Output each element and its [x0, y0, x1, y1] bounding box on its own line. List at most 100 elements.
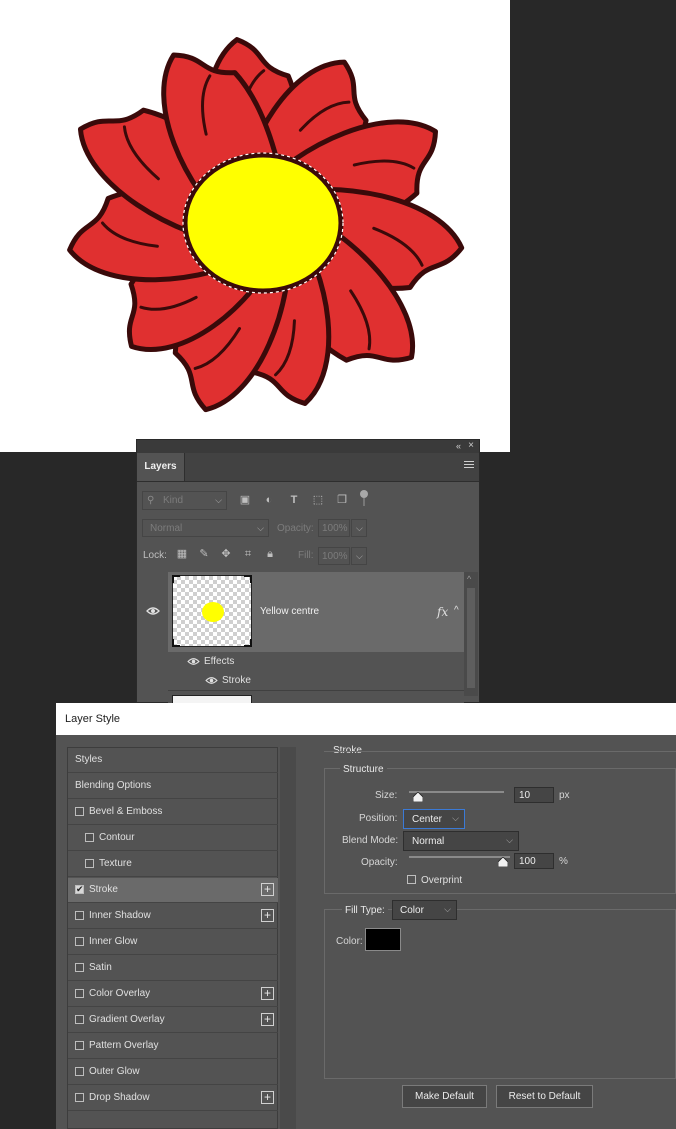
size-value: 10 — [519, 790, 531, 801]
add-effect-icon[interactable]: + — [261, 883, 274, 896]
add-effect-icon[interactable]: + — [261, 1091, 274, 1104]
fill-type-label: Fill Type: — [342, 905, 388, 916]
style-checkbox[interactable] — [75, 884, 84, 895]
filter-toggle-stem — [363, 498, 365, 506]
layer-row-yellow-centre[interactable]: Yellow centre fx ^ — [168, 572, 464, 652]
style-item-blending-options[interactable]: Blending Options — [68, 774, 278, 799]
layer-name[interactable]: Yellow centre — [260, 606, 319, 617]
opacity-slider-toggle[interactable]: ⌵ — [351, 519, 367, 537]
style-checkbox[interactable] — [75, 1015, 84, 1024]
lock-all-icon[interactable]: 🔒︎ — [263, 547, 277, 561]
size-slider-knob[interactable] — [413, 792, 423, 802]
position-value: Center — [412, 814, 443, 825]
fill-label: Fill: — [298, 550, 314, 561]
panel-menu-icon[interactable] — [464, 461, 474, 471]
style-checkbox[interactable] — [75, 937, 84, 946]
style-item-satin[interactable]: Satin — [68, 956, 278, 981]
style-checkbox[interactable] — [75, 1093, 84, 1102]
opacity-input[interactable]: 100% — [318, 519, 350, 537]
style-item-inner-glow[interactable]: Inner Glow — [68, 930, 278, 955]
style-item-outer-glow[interactable]: Outer Glow — [68, 1060, 278, 1085]
tab-layers[interactable]: Layers — [137, 453, 185, 481]
opacity-slider-track[interactable] — [409, 856, 510, 858]
style-item-inner-shadow[interactable]: Inner Shadow + — [68, 904, 278, 929]
stroke-color-swatch[interactable] — [365, 928, 401, 951]
add-effect-icon[interactable]: + — [261, 987, 274, 1000]
lock-position-icon[interactable]: ✥ — [219, 547, 233, 561]
adjustment-filter-icon[interactable]: ◐ — [262, 493, 276, 507]
fill-slider-toggle[interactable]: ⌵ — [351, 547, 367, 565]
chevron-down-icon: ⌵ — [356, 523, 363, 533]
style-item-pattern-overlay[interactable]: Pattern Overlay — [68, 1034, 278, 1059]
document-canvas[interactable] — [0, 0, 510, 452]
panel-topbar[interactable]: « × — [137, 440, 479, 453]
lock-transparency-icon[interactable]: ▦ — [175, 547, 189, 561]
styles-scrollbar[interactable] — [280, 747, 296, 1129]
effects-visibility-eye-icon[interactable] — [187, 657, 200, 666]
dialog-titlebar[interactable]: Layer Style — [56, 703, 676, 735]
visibility-eye-icon[interactable] — [146, 606, 160, 616]
pixel-filter-icon[interactable]: ▣ — [238, 493, 252, 507]
add-effect-icon[interactable]: + — [261, 909, 274, 922]
chevron-down-icon: ⌵ — [257, 523, 264, 533]
style-checkbox[interactable] — [75, 1041, 84, 1050]
layer-style-dialog: Layer Style Styles Blending Options Bevel … — [56, 703, 676, 1129]
style-checkbox[interactable] — [75, 1067, 84, 1076]
styles-list: Styles Blending Options Bevel & Emboss Cont… — [67, 747, 278, 1129]
opacity-slider-knob[interactable] — [498, 857, 508, 867]
opacity-label: Opacity: — [277, 523, 314, 534]
close-panel-icon[interactable]: × — [468, 440, 474, 451]
lock-pixels-icon[interactable]: ✎ — [197, 547, 211, 561]
smart-object-filter-icon[interactable]: ❐ — [335, 493, 349, 507]
lock-artboard-icon[interactable]: ⌗ — [241, 547, 255, 561]
style-item-contour[interactable]: Contour — [68, 826, 278, 851]
stroke-effect-label: Stroke — [222, 675, 251, 686]
collapse-panel-icon[interactable]: « — [456, 441, 461, 451]
position-select[interactable]: Center ⌵ — [403, 809, 465, 829]
style-item-label: Drop Shadow — [89, 1092, 150, 1103]
effects-row[interactable]: Effects — [168, 652, 464, 672]
scrollbar-thumb[interactable] — [467, 588, 475, 688]
style-checkbox[interactable] — [75, 807, 84, 816]
style-checkbox[interactable] — [85, 859, 94, 868]
style-item-stroke[interactable]: Stroke + — [68, 878, 278, 903]
fill-input[interactable]: 100% — [318, 547, 350, 565]
style-item-color-overlay[interactable]: Color Overlay + — [68, 982, 278, 1007]
style-item-bevel-emboss[interactable]: Bevel & Emboss — [68, 800, 278, 825]
style-item-gradient-overlay[interactable]: Gradient Overlay + — [68, 1008, 278, 1033]
fill-type-select[interactable]: Color ⌵ — [392, 900, 457, 920]
reset-to-default-button[interactable]: Reset to Default — [496, 1085, 593, 1108]
style-item-label: Blending Options — [75, 780, 152, 791]
overprint-checkbox[interactable] — [407, 875, 416, 884]
opacity-value: 100% — [322, 523, 348, 534]
style-checkbox[interactable] — [75, 963, 84, 972]
filter-kind-select[interactable]: ⚲ Kind ⌵ — [142, 491, 227, 510]
collapse-effects-icon[interactable]: ^ — [454, 605, 459, 616]
scroll-up-icon[interactable]: ^ — [467, 574, 471, 584]
thumbnail-corner — [244, 639, 252, 647]
style-item-drop-shadow[interactable]: Drop Shadow + — [68, 1086, 278, 1111]
size-slider-track[interactable] — [409, 791, 504, 793]
size-input[interactable]: 10 — [514, 787, 554, 803]
style-checkbox[interactable] — [75, 989, 84, 998]
stroke-visibility-eye-icon[interactable] — [205, 676, 218, 685]
style-item-styles[interactable]: Styles — [68, 748, 278, 773]
thumbnail-corner — [172, 575, 180, 583]
shape-filter-icon[interactable]: ⬚ — [311, 493, 325, 507]
layers-scrollbar[interactable]: ^ — [464, 572, 478, 696]
make-default-button[interactable]: Make Default — [402, 1085, 487, 1108]
fx-icon[interactable]: fx — [437, 605, 448, 619]
blend-mode-select[interactable]: Normal ⌵ — [142, 519, 269, 537]
stroke-effect-row[interactable]: Stroke — [168, 672, 464, 690]
effects-label: Effects — [204, 656, 235, 667]
stroke-opacity-input[interactable]: 100 — [514, 853, 554, 869]
style-item-texture[interactable]: Texture — [68, 852, 278, 877]
style-checkbox[interactable] — [85, 833, 94, 842]
overprint-label[interactable]: Overprint — [421, 875, 462, 886]
style-checkbox[interactable] — [75, 911, 84, 920]
stroke-blend-mode-select[interactable]: Normal ⌵ — [403, 831, 519, 851]
filter-toggle-icon[interactable] — [360, 490, 368, 498]
add-effect-icon[interactable]: + — [261, 1013, 274, 1026]
color-label: Color: — [336, 936, 363, 947]
type-filter-icon[interactable]: T — [287, 493, 301, 507]
